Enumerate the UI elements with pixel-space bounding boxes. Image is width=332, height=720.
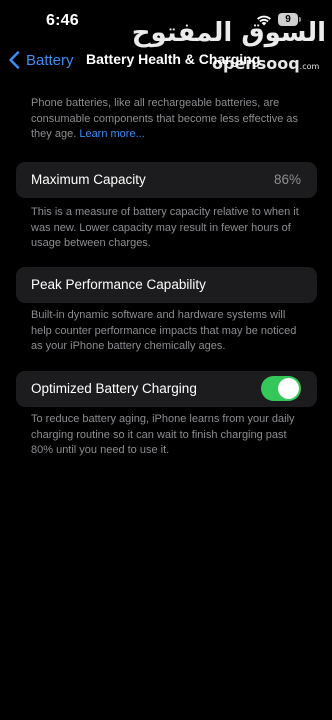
peak-performance-description: Built-in dynamic software and hardware s… [31, 309, 297, 352]
optimized-charging-label: Optimized Battery Charging [31, 381, 197, 396]
maximum-capacity-description: This is a measure of battery capacity re… [31, 206, 299, 249]
status-time: 6:46 [46, 12, 79, 29]
page-title: Battery Health & Charging [86, 51, 261, 67]
navigation-bar: Battery Battery Health & Charging [0, 44, 332, 76]
intro-text: Phone batteries, like all rechargeable b… [31, 97, 299, 140]
maximum-capacity-row: Maximum Capacity 86% [16, 162, 317, 198]
optimized-charging-row: Optimized Battery Charging [16, 371, 317, 407]
peak-performance-row: Peak Performance Capability [16, 267, 317, 303]
optimized-charging-description: To reduce battery aging, iPhone learns f… [31, 413, 295, 456]
back-button[interactable]: Battery [8, 48, 74, 72]
learn-more-link[interactable]: Learn more... [79, 128, 144, 140]
optimized-charging-toggle[interactable] [261, 376, 301, 401]
back-label: Battery [26, 51, 74, 69]
toggle-knob [278, 378, 299, 399]
peak-performance-label: Peak Performance Capability [31, 277, 206, 292]
intro-description: Phone batteries, like all rechargeable b… [31, 96, 301, 143]
chevron-left-icon [9, 51, 20, 69]
maximum-capacity-value: 86% [273, 172, 301, 187]
maximum-capacity-label: Maximum Capacity [31, 172, 146, 187]
